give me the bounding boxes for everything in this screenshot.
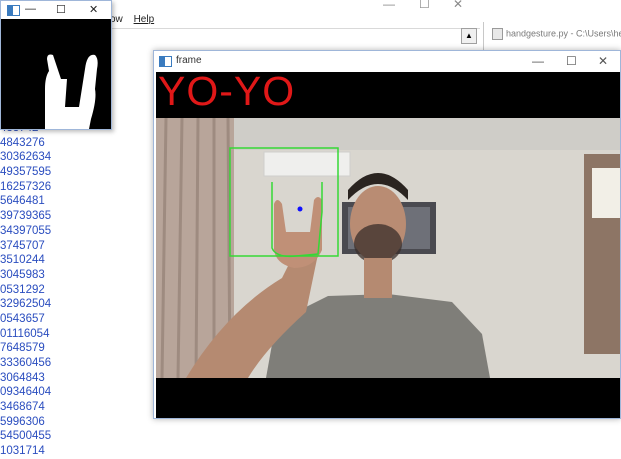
number-line: 33360456 bbox=[0, 357, 52, 369]
menu-help[interactable]: Help bbox=[134, 14, 155, 25]
number-line: 3064843 bbox=[0, 371, 45, 384]
scroll-up-icon[interactable]: ▲ bbox=[461, 28, 477, 44]
python-file-icon bbox=[492, 28, 503, 40]
number-line: 5646481 bbox=[0, 195, 45, 208]
number-line: 32962504 bbox=[0, 298, 52, 311]
number-line: 3045983 bbox=[0, 268, 45, 281]
number-line: 3745707 bbox=[0, 239, 45, 252]
number-line: 3468674 bbox=[0, 401, 45, 414]
hand-mask-shape bbox=[45, 54, 98, 129]
number-line: 09346404 bbox=[0, 386, 52, 399]
frame-titlebar[interactable]: frame — ☐ ✕ bbox=[154, 51, 620, 72]
editor-title-text: handgesture.py - C:\Users\hen bbox=[506, 28, 621, 39]
console-close-icon[interactable]: ✕ bbox=[453, 0, 463, 11]
window-app-icon bbox=[7, 5, 20, 16]
window-app-icon bbox=[159, 56, 172, 67]
number-line: 30362634 bbox=[0, 151, 52, 164]
number-line: 3510244 bbox=[0, 254, 45, 267]
webcam-view: YO-YO bbox=[156, 72, 620, 418]
frame-minimize-icon[interactable]: — bbox=[532, 54, 544, 68]
number-line: 0543657 bbox=[0, 312, 45, 325]
webcam-image bbox=[156, 72, 620, 418]
number-line: 49357595 bbox=[0, 166, 52, 179]
editor-title: handgesture.py - C:\Users\hen bbox=[492, 28, 621, 40]
number-line: 7648579 bbox=[0, 342, 45, 355]
console-minimize-icon[interactable]: — bbox=[383, 0, 395, 11]
number-line: 5996306 bbox=[0, 415, 45, 428]
number-line: 34397055 bbox=[0, 224, 52, 237]
number-list: 4337424843276303626344935759516257326564… bbox=[0, 121, 110, 459]
number-line: 0531292 bbox=[0, 283, 45, 296]
mask-minimize-icon[interactable]: — bbox=[25, 3, 36, 15]
number-line: 4843276 bbox=[0, 136, 45, 149]
mask-close-icon[interactable]: ✕ bbox=[89, 3, 98, 16]
mask-maximize-icon[interactable]: ☐ bbox=[56, 3, 66, 16]
mask-window[interactable]: — ☐ ✕ bbox=[0, 0, 112, 130]
frame-maximize-icon[interactable]: ☐ bbox=[566, 54, 577, 68]
frame-title: frame bbox=[176, 55, 202, 66]
frame-close-icon[interactable]: ✕ bbox=[598, 54, 608, 68]
number-line: 16257326 bbox=[0, 180, 52, 193]
number-line: 39739365 bbox=[0, 210, 52, 223]
gesture-label: YO-YO bbox=[158, 72, 296, 114]
number-line: 1031714 bbox=[0, 445, 45, 458]
mask-titlebar[interactable]: — ☐ ✕ bbox=[1, 1, 111, 19]
console-menubar: ow Help bbox=[110, 14, 162, 28]
console-maximize-icon[interactable]: ☐ bbox=[419, 0, 430, 11]
frame-window[interactable]: frame — ☐ ✕ YO-YO bbox=[153, 50, 621, 419]
hand-mask-image bbox=[1, 19, 111, 129]
number-line: 01116054 bbox=[0, 327, 50, 340]
number-line: 54500455 bbox=[0, 430, 52, 443]
